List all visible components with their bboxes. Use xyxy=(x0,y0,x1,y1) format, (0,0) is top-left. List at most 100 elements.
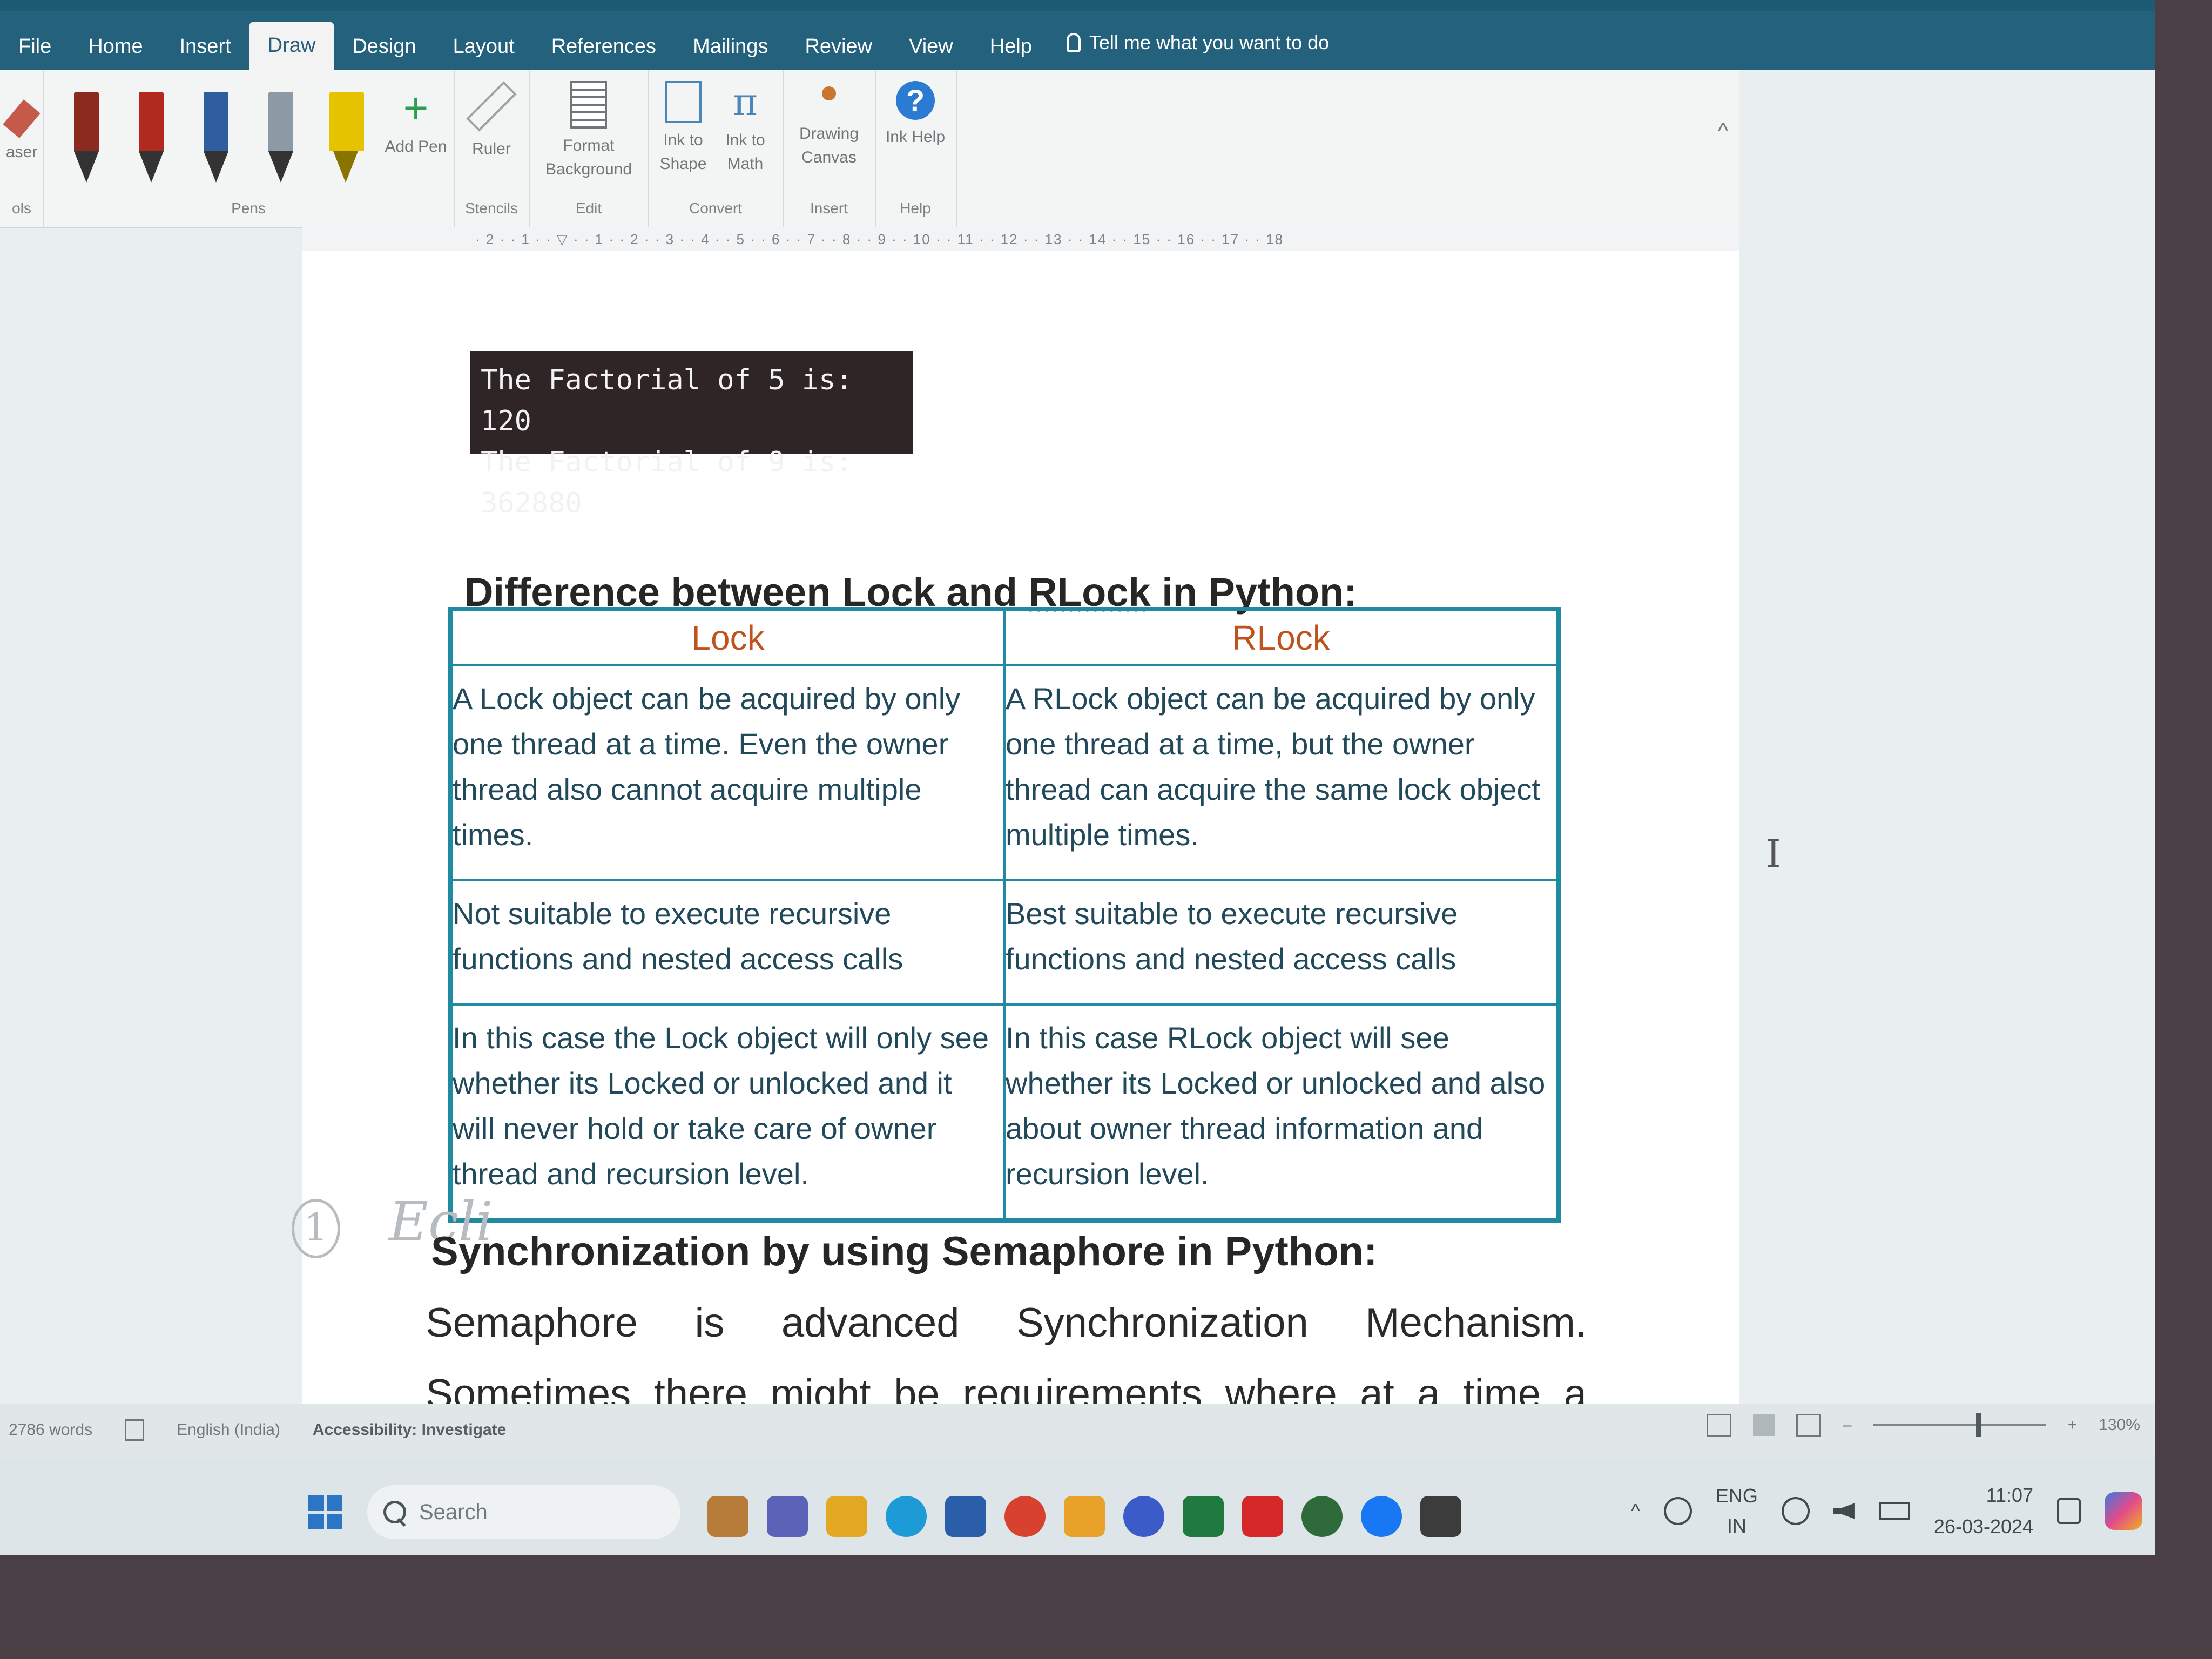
tell-me-text: Tell me what you want to do xyxy=(1089,31,1330,53)
pens-group: + Add Pen Pens xyxy=(43,70,455,227)
ink-to-math-label: Ink to Math xyxy=(725,131,765,173)
network-status-icon[interactable] xyxy=(1663,1497,1692,1525)
tab-insert[interactable]: Insert xyxy=(161,35,249,70)
ink-to-math-button[interactable]: π Ink to Math xyxy=(716,81,775,176)
zoom-thumb[interactable] xyxy=(1975,1413,1981,1437)
stencils-group: Ruler Stencils xyxy=(454,70,530,227)
teams-icon[interactable] xyxy=(767,1496,808,1537)
edge-icon[interactable] xyxy=(886,1496,927,1537)
tab-file[interactable]: File xyxy=(0,35,70,70)
facebook-icon[interactable] xyxy=(1361,1496,1402,1537)
tools-group-label: ols xyxy=(12,200,31,217)
pen-red[interactable] xyxy=(135,92,167,189)
help-group-label: Help xyxy=(900,200,931,217)
ink-help-button[interactable]: ? Ink Help xyxy=(875,81,956,149)
zoom-level[interactable]: 130% xyxy=(2099,1416,2140,1434)
drawing-canvas-button[interactable]: Drawing Canvas xyxy=(783,86,875,169)
taskbar-search[interactable]: Search xyxy=(367,1485,680,1539)
pen-dark-red[interactable] xyxy=(70,92,103,189)
task-view-icon[interactable] xyxy=(707,1496,748,1537)
comparison-table: Lock RLock A Lock object can be acquired… xyxy=(448,607,1561,1223)
tell-me-box[interactable]: Tell me what you want to do xyxy=(1050,31,1329,70)
table-cell: A Lock object can be acquired by only on… xyxy=(449,664,1006,881)
language-indicator[interactable]: English (India) xyxy=(177,1421,280,1439)
excel-icon[interactable] xyxy=(1183,1496,1224,1537)
search-label: Search xyxy=(419,1500,488,1524)
pen-tip xyxy=(268,151,293,183)
clock[interactable]: 11:07 26-03-2024 xyxy=(1934,1480,2033,1542)
tab-draw[interactable]: Draw xyxy=(249,22,334,70)
heading-semaphore: Synchronization by using Semaphore in Py… xyxy=(431,1229,1378,1274)
help-group: ? Ink Help Help xyxy=(875,70,957,227)
pen-body xyxy=(139,92,164,151)
word-icon[interactable] xyxy=(945,1496,986,1537)
horizontal-ruler[interactable]: · 2 · · 1 · · ▽ · · 1 · · 2 · · 3 · · 4 … xyxy=(302,227,1739,252)
zoom-in-button[interactable]: + xyxy=(2068,1416,2078,1434)
stencils-group-label: Stencils xyxy=(464,200,518,217)
table-cell: Best suitable to execute recursive funct… xyxy=(1003,879,1560,1006)
tab-layout[interactable]: Layout xyxy=(435,35,533,70)
taskbar: Search ^ ENG IN 11:07 26-03-2024 xyxy=(0,1458,2155,1555)
zoom-slider[interactable] xyxy=(1873,1413,2046,1437)
eraser-label: aser xyxy=(5,143,38,161)
background-icon xyxy=(570,81,607,129)
tab-view[interactable]: View xyxy=(891,35,972,70)
print-layout-icon[interactable] xyxy=(1753,1414,1775,1436)
pen-tip xyxy=(204,151,228,183)
document-page[interactable]: The Factorial of 5 is: 120 The Factorial… xyxy=(292,251,1739,1488)
highlighter-yellow[interactable] xyxy=(329,92,364,189)
youtube-icon[interactable] xyxy=(1242,1496,1283,1537)
format-background-button[interactable]: Format Background xyxy=(529,81,648,181)
add-pen-button[interactable]: + Add Pen xyxy=(378,86,454,159)
read-mode-icon[interactable] xyxy=(1707,1414,1731,1437)
tab-design[interactable]: Design xyxy=(334,35,434,70)
terminal-icon[interactable] xyxy=(1420,1496,1461,1537)
proofing-icon[interactable] xyxy=(125,1419,145,1441)
tab-references[interactable]: References xyxy=(533,35,675,70)
ink-help-label: Ink Help xyxy=(885,128,946,146)
tab-help[interactable]: Help xyxy=(972,35,1050,70)
pen-gray[interactable] xyxy=(265,92,297,189)
powerbi-icon[interactable] xyxy=(1064,1496,1105,1537)
volume-icon[interactable] xyxy=(1833,1503,1855,1519)
drawing-canvas-label: Drawing Canvas xyxy=(799,125,859,166)
insert-group: Drawing Canvas Insert xyxy=(783,70,876,227)
start-button[interactable] xyxy=(308,1495,342,1529)
eraser-button[interactable]: aser xyxy=(0,99,43,164)
tab-home[interactable]: Home xyxy=(70,35,161,70)
word-count[interactable]: 2786 words xyxy=(9,1421,92,1439)
chrome-icon[interactable] xyxy=(1004,1496,1046,1537)
ink-to-shape-icon xyxy=(665,81,702,123)
input-language[interactable]: ENG IN xyxy=(1716,1481,1758,1541)
chevron-up-icon[interactable]: ^ xyxy=(1631,1500,1640,1522)
accessibility-status[interactable]: Accessibility: Investigate xyxy=(313,1421,506,1439)
copilot-icon[interactable] xyxy=(2105,1492,2143,1530)
lightbulb-icon xyxy=(1066,33,1081,52)
pen-blue[interactable] xyxy=(200,92,232,189)
notification-icon[interactable] xyxy=(2057,1498,2081,1524)
ruler-icon xyxy=(466,81,517,132)
console-line-1: The Factorial of 5 is: 120 xyxy=(481,364,853,437)
lang-top: ENG xyxy=(1715,1485,1758,1507)
app-icon[interactable] xyxy=(1123,1496,1164,1537)
add-pen-label: Add Pen xyxy=(385,138,447,156)
pen-body xyxy=(204,92,228,151)
ink-to-shape-button[interactable]: Ink to Shape xyxy=(653,81,713,176)
handwritten-number: 1 xyxy=(292,1199,340,1258)
ruler-button[interactable]: Ruler xyxy=(454,81,529,161)
format-background-label: Format Background xyxy=(545,137,632,178)
tools-group: aser ols xyxy=(0,70,44,227)
app-icon-2[interactable] xyxy=(1301,1496,1343,1537)
windows-logo-pane xyxy=(308,1495,324,1511)
zoom-out-button[interactable]: – xyxy=(1843,1416,1852,1434)
web-layout-icon[interactable] xyxy=(1796,1414,1821,1437)
battery-icon[interactable] xyxy=(1878,1502,1910,1520)
table-header-rlock: RLock xyxy=(1003,608,1560,666)
tab-review[interactable]: Review xyxy=(786,35,891,70)
convert-group-label: Convert xyxy=(689,200,743,217)
globe-icon[interactable] xyxy=(1781,1497,1810,1525)
clock-time: 11:07 xyxy=(1986,1484,2034,1506)
file-explorer-icon[interactable] xyxy=(826,1496,867,1537)
tab-mailings[interactable]: Mailings xyxy=(675,35,786,70)
collapse-ribbon-icon[interactable]: ^ xyxy=(1718,119,1728,143)
